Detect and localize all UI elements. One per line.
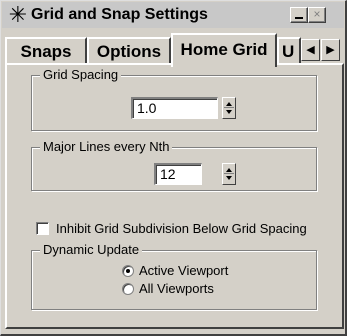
tab-options[interactable]: Options xyxy=(87,37,171,65)
tab-scroll-buttons: ◀ ▶ xyxy=(301,39,341,61)
grid-spacing-spinner[interactable] xyxy=(222,97,236,119)
dynamic-update-group: Dynamic Update Active Viewport All Viewp… xyxy=(31,242,317,310)
major-lines-label: Major Lines every Nth xyxy=(40,139,173,155)
close-button[interactable]: × xyxy=(308,7,326,23)
title-bar[interactable]: ✳ Grid and Snap Settings × xyxy=(2,2,344,28)
spin-down-icon xyxy=(226,110,232,114)
dynamic-update-label: Dynamic Update xyxy=(40,242,143,258)
close-icon: × xyxy=(313,7,321,21)
spin-up-icon xyxy=(226,102,232,106)
window-title: Grid and Snap Settings xyxy=(31,6,208,23)
spin-divider xyxy=(224,107,234,108)
grid-spacing-input[interactable]: 1.0 xyxy=(131,97,218,119)
chevron-right-icon: ▶ xyxy=(326,44,335,56)
all-viewports-radio[interactable] xyxy=(122,283,134,295)
grid-spacing-label: Grid Spacing xyxy=(40,67,122,83)
active-viewport-label: Active Viewport xyxy=(139,263,229,278)
active-viewport-radio[interactable] xyxy=(122,265,134,277)
major-lines-input[interactable]: 12 xyxy=(154,163,202,185)
chevron-left-icon: ◀ xyxy=(306,44,315,56)
tab-home-grid[interactable]: Home Grid xyxy=(171,33,277,67)
tab-strip: Snaps Options Home Grid U ◀ ▶ xyxy=(5,29,344,67)
spin-up-icon xyxy=(226,168,232,172)
home-grid-panel: Grid Spacing 1.0 Major Lines every Nth 1… xyxy=(5,63,344,329)
spin-down-icon xyxy=(226,176,232,180)
all-viewports-label: All Viewports xyxy=(139,281,214,296)
grid-snap-settings-window: ✳ Grid and Snap Settings × Snaps Options… xyxy=(0,0,347,336)
major-lines-group: Major Lines every Nth 12 xyxy=(31,139,317,191)
tab-scroll-right-button[interactable]: ▶ xyxy=(321,39,340,61)
snowflake-icon: ✳ xyxy=(8,2,28,27)
major-lines-spinner[interactable] xyxy=(222,163,236,185)
spin-divider xyxy=(224,173,234,174)
tab-snaps[interactable]: Snaps xyxy=(5,37,87,65)
grid-spacing-group: Grid Spacing 1.0 xyxy=(31,67,317,131)
radio-selected-dot xyxy=(126,269,130,273)
tab-scroll-left-button[interactable]: ◀ xyxy=(301,39,320,61)
tab-units-partial[interactable]: U xyxy=(277,37,301,65)
minimize-icon xyxy=(295,17,303,19)
minimize-button[interactable] xyxy=(290,7,308,23)
inhibit-subdivision-checkbox[interactable] xyxy=(36,222,49,235)
inhibit-subdivision-label: Inhibit Grid Subdivision Below Grid Spac… xyxy=(56,221,307,236)
